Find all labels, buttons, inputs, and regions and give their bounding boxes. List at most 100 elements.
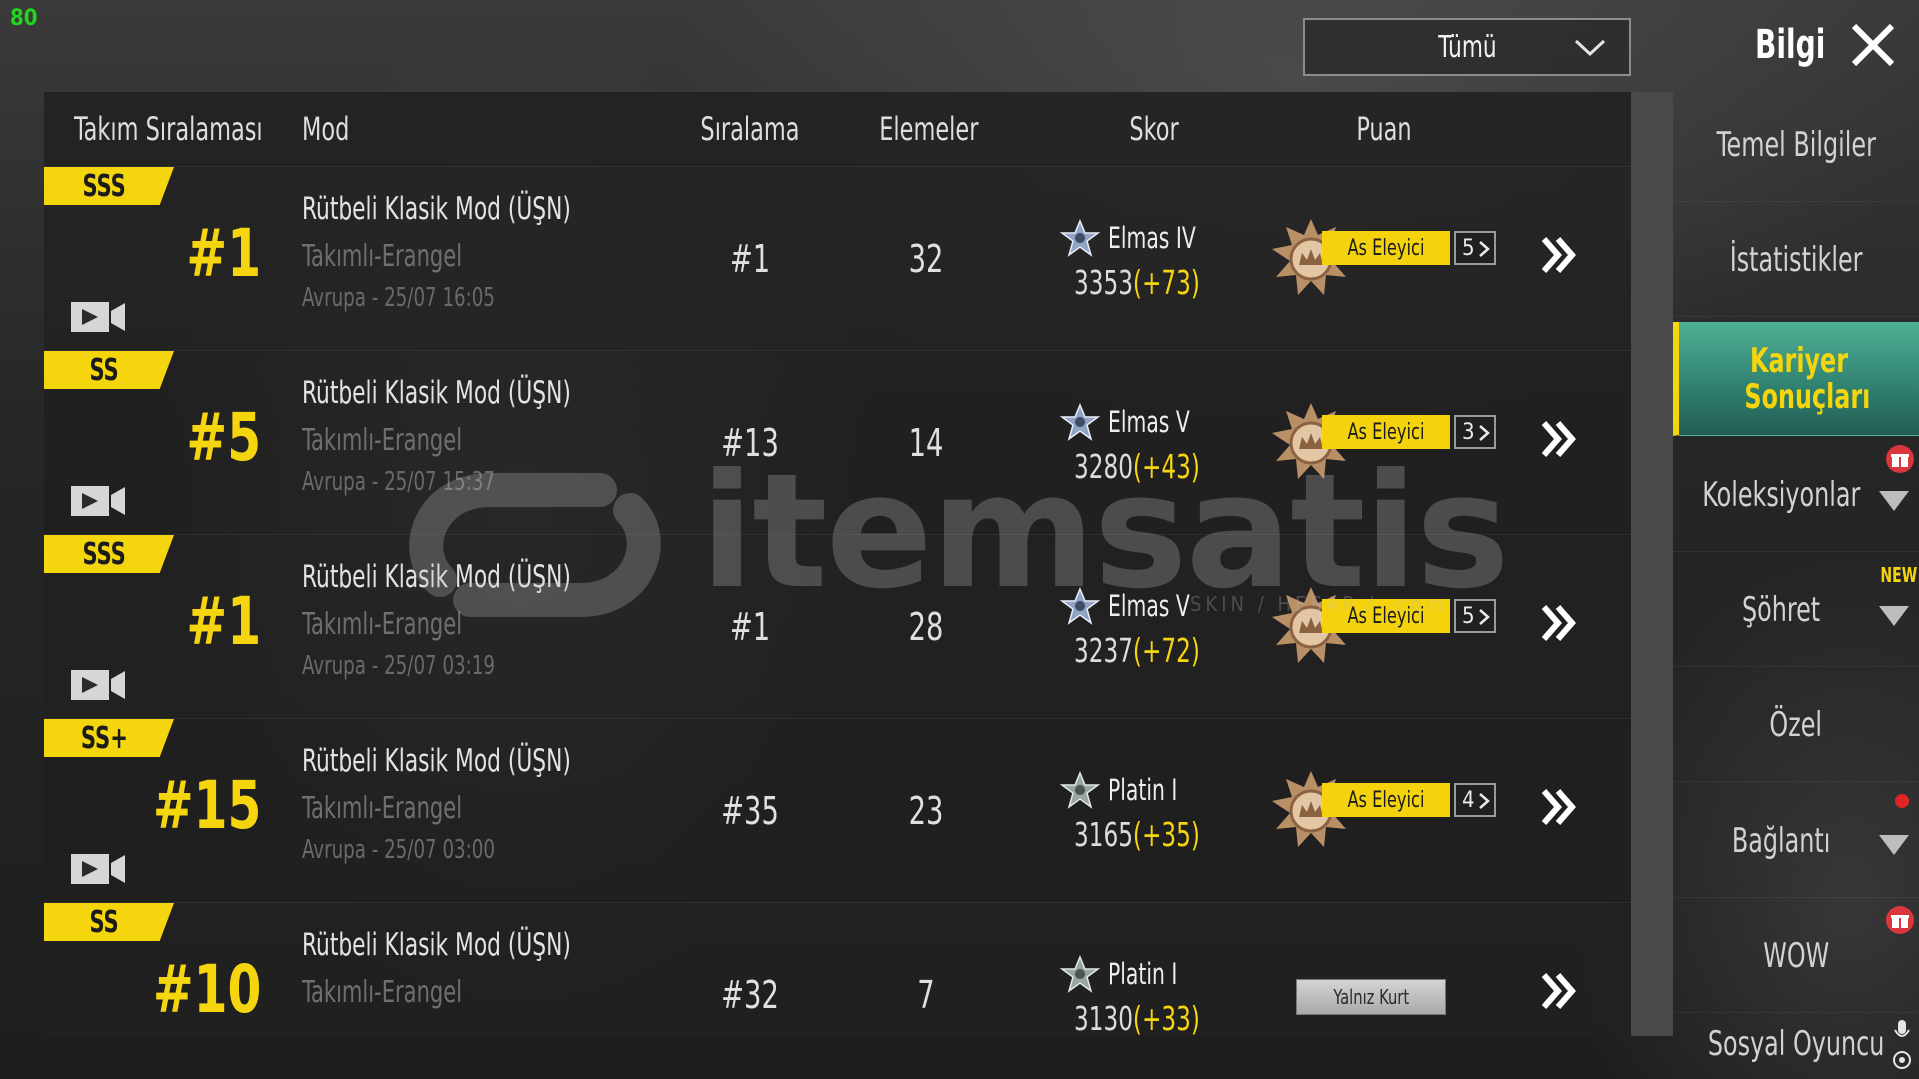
table-row[interactable]: SS+ #15 Rütbeli Klasik Mod (ÜŞN) Takımlı…	[44, 718, 1631, 902]
grade-label: SS+	[80, 720, 128, 756]
score-delta: (+35)	[1132, 815, 1200, 854]
replay-video-icon[interactable]	[70, 667, 126, 703]
mic-icon[interactable]	[1891, 1018, 1913, 1074]
ace-badge: As Eleyici	[1322, 415, 1450, 449]
team-rank: #1	[186, 215, 261, 292]
grade-badge: SS	[44, 351, 174, 389]
badge-label: Yalnız Kurt	[1333, 985, 1409, 1009]
badge-label: As Eleyici	[1347, 603, 1425, 629]
sidebar-item-fame[interactable]: Şöhret NEW	[1673, 553, 1919, 667]
details-chevron-icon[interactable]	[1538, 233, 1582, 277]
team-rank: #5	[186, 399, 261, 476]
eliminations-value: 14	[908, 421, 944, 465]
mode-name: Rütbeli Klasik Mod (ÜŞN)	[302, 743, 571, 779]
map-name: Takımlı-Erangel	[302, 239, 463, 274]
map-name: Takımlı-Erangel	[302, 975, 463, 1010]
mode-name: Rütbeli Klasik Mod (ÜŞN)	[302, 559, 571, 595]
placement-value: #32	[721, 973, 779, 1017]
close-icon[interactable]	[1848, 20, 1898, 70]
grade-badge: SS	[44, 903, 174, 941]
details-chevron-icon[interactable]	[1538, 601, 1582, 645]
team-rank: #15	[152, 767, 261, 844]
badge-count: 5	[1462, 235, 1475, 261]
chevron-right-icon	[1479, 609, 1490, 625]
table-row[interactable]: SSS #1 Rütbeli Klasik Mod (ÜŞN) Takımlı-…	[44, 534, 1631, 718]
grade-label: SS	[89, 352, 119, 388]
map-name: Takımlı-Erangel	[302, 423, 463, 458]
sidebar-item-connection[interactable]: Bağlantı	[1673, 784, 1919, 898]
grade-badge: SSS	[44, 167, 174, 205]
table-row[interactable]: SS #5 Rütbeli Klasik Mod (ÜŞN) Takımlı-E…	[44, 350, 1631, 534]
ace-badge: As Eleyici	[1322, 231, 1450, 265]
eliminations-value: 7	[917, 973, 935, 1017]
sidebar-item-label: Özel	[1769, 704, 1823, 745]
ace-badge: As Eleyici	[1322, 783, 1450, 817]
mode-name: Rütbeli Klasik Mod (ÜŞN)	[302, 927, 571, 963]
badge-count: 4	[1462, 787, 1475, 813]
sidebar-item-label: WOW	[1763, 935, 1829, 976]
badge-count-button[interactable]: 5	[1454, 231, 1496, 265]
sidebar-item-basic-info[interactable]: Temel Bilgiler	[1673, 88, 1919, 202]
badge-count-button[interactable]: 4	[1454, 783, 1496, 817]
tier-name: Elmas V	[1108, 589, 1190, 623]
notification-dot	[1895, 794, 1909, 808]
score-delta: (+43)	[1132, 447, 1200, 486]
match-time: Avrupa - 25/07 15:37	[302, 467, 496, 497]
grade-badge: SS+	[44, 719, 174, 757]
lone-wolf-badge: Yalnız Kurt	[1296, 979, 1446, 1015]
table-row[interactable]: SS #10 Rütbeli Klasik Mod (ÜŞN) Takımlı-…	[44, 902, 1631, 1036]
score-value: 3237(+72)	[1074, 631, 1200, 670]
col-team-rank: Takım Sıralaması	[74, 110, 263, 148]
career-results-table: Takım Sıralaması Mod Sıralama Elemeler S…	[44, 92, 1631, 1036]
sidebar-item-social-player[interactable]: Sosyal Oyuncu	[1673, 1014, 1919, 1079]
badge-label: As Eleyici	[1347, 419, 1425, 445]
sidebar-item-label: İstatistikler	[1729, 239, 1863, 280]
scrollbar[interactable]	[1631, 92, 1673, 1036]
new-tag: NEW	[1880, 563, 1917, 587]
team-rank: #10	[152, 951, 261, 1028]
sidebar-item-special[interactable]: Özel	[1673, 668, 1919, 782]
badge-count-button[interactable]: 5	[1454, 599, 1496, 633]
filter-dropdown[interactable]: Tümü	[1303, 18, 1631, 76]
sidebar-item-label: Bağlantı	[1731, 820, 1831, 861]
gift-icon	[1886, 445, 1914, 473]
replay-video-icon[interactable]	[70, 483, 126, 519]
badge-count: 5	[1462, 603, 1475, 629]
score-value: 3165(+35)	[1074, 815, 1200, 854]
mode-name: Rütbeli Klasik Mod (ÜŞN)	[302, 191, 571, 227]
score-delta: (+33)	[1132, 999, 1200, 1036]
chevron-right-icon	[1479, 425, 1490, 441]
filter-value: Tümü	[1437, 29, 1497, 65]
grade-label: SSS	[82, 168, 127, 204]
details-chevron-icon[interactable]	[1538, 417, 1582, 461]
replay-video-icon[interactable]	[70, 299, 126, 335]
badge-count-button[interactable]: 3	[1454, 415, 1496, 449]
placement-value: #1	[729, 237, 771, 281]
sidebar-item-statistics[interactable]: İstatistikler	[1673, 203, 1919, 317]
fps-counter: 80	[10, 6, 38, 31]
tier-name: Platin I	[1108, 773, 1178, 807]
table-row[interactable]: SSS #1 Rütbeli Klasik Mod (ÜŞN) Takımlı-…	[44, 166, 1631, 350]
col-eliminations: Elemeler	[879, 110, 979, 148]
score-value: 3353(+73)	[1074, 263, 1200, 302]
page-title: Bilgi	[1755, 22, 1826, 68]
sidebar-item-collections[interactable]: Koleksiyonlar	[1673, 438, 1919, 552]
details-chevron-icon[interactable]	[1538, 785, 1582, 829]
sidebar: Temel Bilgiler İstatistikler Kariyer Son…	[1673, 88, 1919, 1079]
sidebar-item-wow[interactable]: WOW	[1673, 899, 1919, 1013]
match-time: Avrupa - 25/07 03:00	[302, 835, 496, 865]
diamond-tier-icon	[1060, 403, 1100, 441]
platinum-tier-icon	[1060, 955, 1100, 993]
score-value: 3280(+43)	[1074, 447, 1200, 486]
triangle-down-icon	[1879, 491, 1909, 511]
map-name: Takımlı-Erangel	[302, 791, 463, 826]
chevron-down-icon	[1574, 39, 1606, 57]
sidebar-item-career-results[interactable]: Kariyer Sonuçları	[1673, 322, 1919, 436]
replay-video-icon[interactable]	[70, 851, 126, 887]
details-chevron-icon[interactable]	[1538, 969, 1582, 1013]
score-base: 3130	[1074, 999, 1133, 1036]
diamond-tier-icon	[1060, 587, 1100, 625]
tier-name: Elmas IV	[1108, 221, 1196, 255]
table-header: Takım Sıralaması Mod Sıralama Elemeler S…	[44, 92, 1631, 166]
match-time: Avrupa - 25/07 16:05	[302, 283, 496, 313]
